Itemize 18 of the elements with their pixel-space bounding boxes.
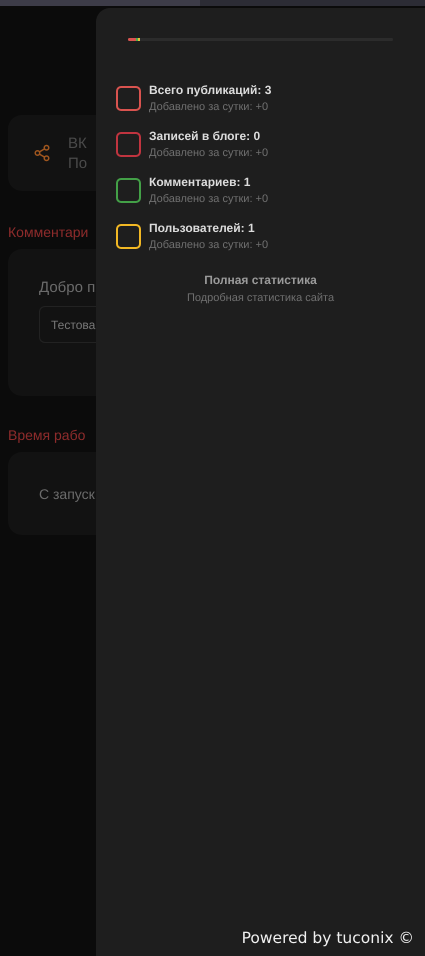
- social-subtitle: По: [68, 154, 88, 172]
- section-heading: Комментари: [8, 224, 90, 242]
- stat-title: Записей в блоге: 0: [149, 129, 262, 143]
- stat-subtitle: Добавлено за сутки: +0: [149, 101, 270, 113]
- stat-subtitle: Добавлено за сутки: +0: [149, 239, 268, 251]
- social-title: ВК: [68, 134, 88, 152]
- stat-title: Всего публикаций: 3: [149, 83, 272, 97]
- uptime-text: С запуск: [39, 486, 95, 502]
- full-stats-link[interactable]: Полная статистика: [204, 273, 317, 287]
- share-icon: [33, 144, 51, 162]
- section-heading: Время рабо: [8, 427, 86, 445]
- greeting-text: Добро п: [39, 279, 96, 296]
- stat-title: Комментариев: 1: [149, 175, 252, 189]
- stat-subtitle: Добавлено за сутки: +0: [149, 193, 268, 205]
- stat-subtitle: Добавлено за сутки: +0: [149, 147, 268, 159]
- stat-title: Пользователей: 1: [149, 221, 256, 235]
- credit-text: Powered by tuconix ©: [242, 929, 414, 947]
- full-stats-caption: Подробная статистика сайта: [186, 292, 334, 304]
